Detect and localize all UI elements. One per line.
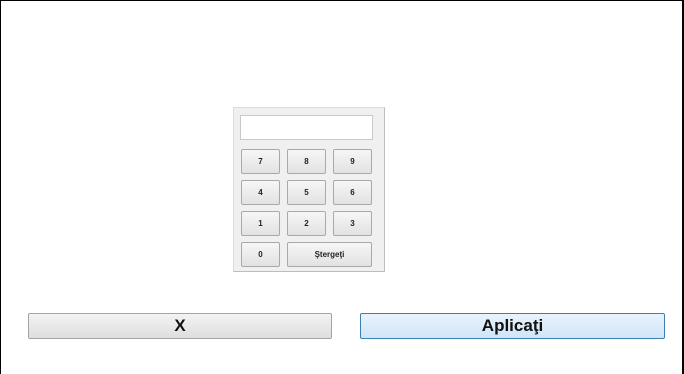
key-0-button[interactable]: 0 <box>241 242 280 267</box>
dialog-window: 7 8 9 4 5 6 1 2 3 0 Ştergeţi X Aplicaţi <box>0 0 684 374</box>
key-8-button[interactable]: 8 <box>287 149 326 174</box>
clear-button[interactable]: Ştergeţi <box>287 242 372 267</box>
numeric-keypad: 7 8 9 4 5 6 1 2 3 0 Ştergeţi <box>233 107 385 272</box>
key-3-button[interactable]: 3 <box>333 211 372 236</box>
key-1-button[interactable]: 1 <box>241 211 280 236</box>
key-7-button[interactable]: 7 <box>241 149 280 174</box>
key-5-button[interactable]: 5 <box>287 180 326 205</box>
key-2-button[interactable]: 2 <box>287 211 326 236</box>
apply-button[interactable]: Aplicaţi <box>360 313 665 339</box>
keypad-display-input[interactable] <box>240 115 373 140</box>
key-6-button[interactable]: 6 <box>333 180 372 205</box>
key-4-button[interactable]: 4 <box>241 180 280 205</box>
cancel-button[interactable]: X <box>28 313 332 339</box>
key-9-button[interactable]: 9 <box>333 149 372 174</box>
